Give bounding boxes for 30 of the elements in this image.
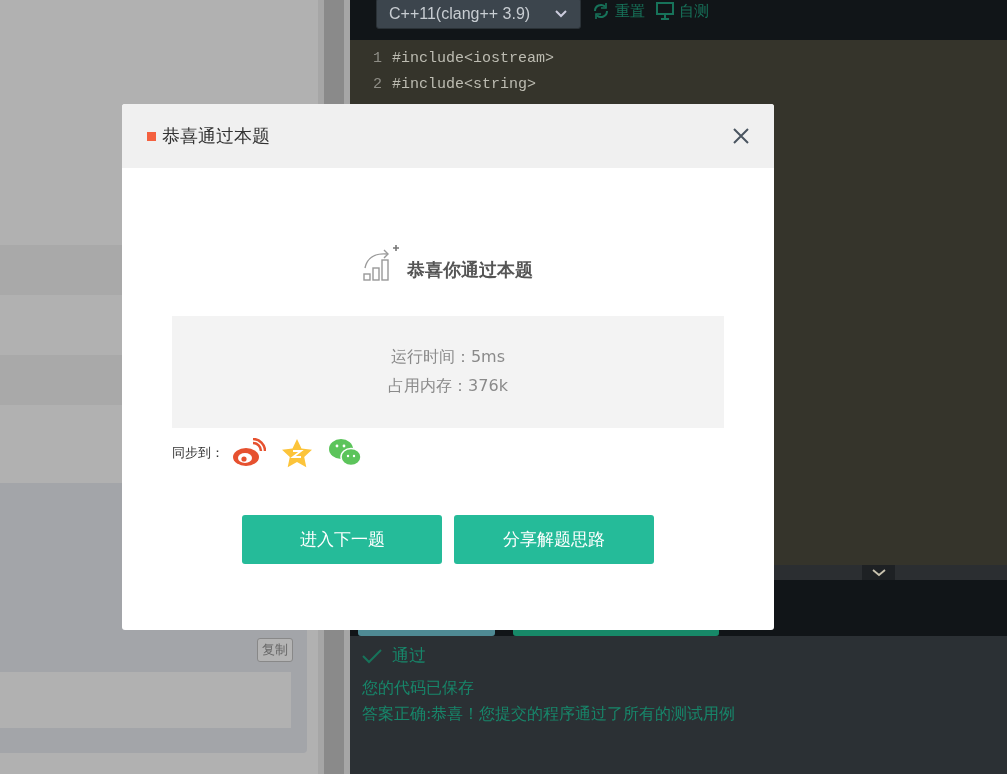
collapse-button[interactable] xyxy=(862,565,895,580)
chart-growth-icon xyxy=(363,244,399,282)
chevron-down-icon xyxy=(554,8,568,19)
title-marker-icon xyxy=(147,131,156,141)
monitor-icon xyxy=(655,2,675,20)
copy-button[interactable]: 复制 xyxy=(257,638,293,662)
result-message: 您的代码已保存 xyxy=(362,677,475,699)
chevron-down-icon xyxy=(871,568,886,577)
toolbar-action[interactable]: 自测 xyxy=(655,1,709,21)
share-label: 同步到： xyxy=(172,444,224,462)
line-number: 2 xyxy=(372,75,383,93)
dialog-title: 恭喜通过本题 xyxy=(162,124,271,148)
status-text: 通过 xyxy=(392,644,426,667)
stat-text: 运行时间：5ms xyxy=(390,347,506,368)
language-select[interactable]: C++11(clang++ 3.9) xyxy=(376,0,581,29)
weibo-icon[interactable] xyxy=(232,438,266,468)
success-heading: 恭喜你通过本题 xyxy=(407,258,533,282)
code-line: #include<iostream> xyxy=(392,49,555,67)
refresh-icon xyxy=(591,2,611,20)
check-icon xyxy=(362,647,382,664)
toolbar-action[interactable]: 重置 xyxy=(591,1,645,21)
close-button[interactable] xyxy=(732,127,750,145)
share-solution-button[interactable]: 分享解题思路 xyxy=(454,515,654,564)
line-number: 1 xyxy=(372,49,383,67)
stat-text: 占用内存：376k xyxy=(388,376,508,397)
code-line: #include<string> xyxy=(392,75,537,93)
star-icon[interactable] xyxy=(280,438,314,468)
next-problem-button[interactable]: 进入下一题 xyxy=(242,515,442,564)
chat-bubbles-icon[interactable] xyxy=(328,438,362,468)
result-message: 答案正确:恭喜！您提交的程序通过了所有的测试用例 xyxy=(362,703,737,725)
